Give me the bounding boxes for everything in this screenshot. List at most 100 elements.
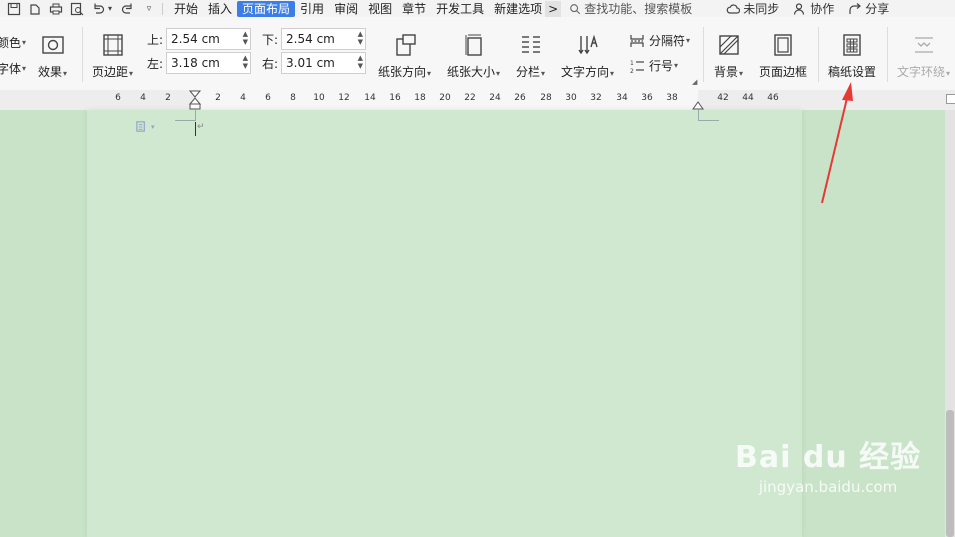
page-break-icon [630,34,644,47]
export-icon[interactable] [28,2,42,16]
tab-view[interactable]: 视图 [363,1,397,17]
undo-dropdown-icon[interactable]: ▾ [106,2,114,16]
paper-size-button[interactable]: 纸张大小▾ [447,32,500,80]
ruler-tick: 18 [414,93,426,103]
ribbon: 颜色 ▾ 字体 ▾ 效果▾ 页边距▾ 上: 2.54 cm ▲ ▼ 下: 2.54 c… [0,17,955,91]
search-box[interactable]: 查找功能、搜索模板 [569,0,692,17]
theme-effect-button[interactable]: 效果▾ [38,32,67,80]
text-wrap-label: 文字环绕 [897,65,946,79]
left-margin-value: 3.18 cm [171,56,220,70]
ruler-tick: 24 [489,93,501,103]
tab-developer[interactable]: 开发工具 [431,1,489,17]
ruler-tick: 42 [717,93,729,103]
spinner-arrows-icon[interactable]: ▲ ▼ [358,54,363,70]
tab-page-layout[interactable]: 页面布局 [237,0,296,17]
sync-label: 未同步 [743,2,780,16]
bottom-margin-input[interactable]: 2.54 cm ▲ ▼ [281,28,367,50]
ruler-toggle-icon[interactable] [946,94,955,104]
ruler-tick: 44 [742,93,754,103]
background-button[interactable]: 背景▾ [714,32,743,80]
search-icon [570,3,581,14]
print-icon[interactable] [49,2,63,16]
chevron-down-icon: ▾ [674,61,679,70]
page-setup-dialog-launcher-icon[interactable]: ◢ [692,78,697,86]
top-margin-input[interactable]: 2.54 cm ▲ ▼ [166,28,252,50]
indent-marker-icon[interactable] [189,90,201,110]
spinner-arrows-icon[interactable]: ▲ ▼ [243,54,248,70]
right-indent-marker-icon[interactable] [692,96,704,110]
margins-button[interactable]: 页边距▾ [92,32,133,80]
chevron-down-icon: ▾ [541,69,546,78]
ruler-tick: 2 [165,93,171,103]
svg-text:2: 2 [630,68,634,74]
horizontal-ruler[interactable]: 6 4 2 2 4 6 8 10 12 14 16 18 20 22 24 26… [0,90,955,110]
chevron-down-icon: ▾ [946,69,951,78]
more-tabs-button[interactable]: > [545,0,562,17]
margins-icon [100,32,126,58]
share-label: 分享 [865,2,890,16]
paste-options-icon[interactable]: ▾ [135,120,155,133]
chevron-down-icon: ▾ [151,122,155,131]
ribbon-divider [82,27,83,82]
menu-divider [162,2,163,15]
chevron-down-icon: ▾ [63,69,68,78]
tab-section[interactable]: 章节 [397,1,431,17]
paper-size-label: 纸张大小 [447,65,496,79]
line-numbers-button[interactable]: 12 行号 ▾ [629,57,678,74]
spinner-arrows-icon[interactable]: ▲ ▼ [358,30,363,46]
save-icon[interactable] [7,2,21,16]
paragraph-mark-icon: ↵ [197,122,205,132]
background-label: 背景 [714,65,739,79]
document-page[interactable]: ↵ ▾ [87,110,802,537]
effect-label: 效果 [38,65,63,79]
ruler-tick: 22 [464,93,476,103]
tab-insert[interactable]: 插入 [203,1,237,17]
bottom-margin-value: 2.54 cm [286,32,335,46]
ruler-tick: 6 [265,93,271,103]
ruler-tick: 34 [616,93,628,103]
right-margin-input[interactable]: 3.01 cm ▲ ▼ [281,52,367,74]
chevron-down-icon: ▾ [686,36,691,45]
left-margin-row: 左: 3.18 cm ▲ ▼ [147,52,252,74]
color-label: 颜色 [0,36,22,50]
undo-icon[interactable] [91,2,105,16]
text-direction-button[interactable]: 文字方向▾ [561,32,614,80]
ruler-tick: 14 [364,93,376,103]
page-border-label: 页面边框 [759,65,808,79]
redo-icon[interactable] [121,2,135,16]
margin-corner-mark [175,110,196,121]
ruler-tick: 12 [338,93,350,103]
ruler-tick: 4 [240,93,246,103]
scrollbar-thumb[interactable] [946,410,954,537]
sync-button[interactable]: 未同步 [726,0,779,17]
watermark-brand: Bai du 经验 [735,440,922,475]
text-cursor [195,122,196,136]
ruler-tick: 2 [215,93,221,103]
manuscript-settings-button[interactable]: 稿纸设置 [828,32,876,80]
theme-color-button[interactable]: 颜色 ▾ [0,34,26,51]
spinner-arrows-icon[interactable]: ▲ ▼ [243,30,248,46]
margins-label: 页边距 [92,65,129,79]
print-preview-icon[interactable] [70,2,84,16]
effect-icon [40,32,66,58]
tab-references[interactable]: 引用 [295,1,329,17]
columns-button[interactable]: 分栏▾ [516,32,545,80]
share-button[interactable]: 分享 [848,0,889,17]
collab-button[interactable]: 协作 [793,0,834,17]
breaks-button[interactable]: 分隔符 ▾ [629,32,690,49]
tab-review[interactable]: 审阅 [329,1,363,17]
tab-new-options[interactable]: 新建选项 [489,1,545,17]
ribbon-divider [818,27,819,82]
tab-home[interactable]: 开始 [169,1,203,17]
page-border-icon [770,32,796,58]
text-wrap-icon [911,32,937,58]
ruler-tick: 20 [439,93,451,103]
watermark-url: jingyan.baidu.com [758,478,898,496]
theme-font-button[interactable]: 字体 ▾ [0,60,26,77]
customize-quick-access-icon[interactable]: ▿ [142,2,156,16]
page-border-button[interactable]: 页面边框 [759,32,807,80]
orientation-button[interactable]: 纸张方向▾ [378,32,431,80]
chevron-down-icon: ▾ [496,69,501,78]
text-wrap-button[interactable]: 文字环绕▾ [897,32,950,80]
left-margin-input[interactable]: 3.18 cm ▲ ▼ [166,52,252,74]
